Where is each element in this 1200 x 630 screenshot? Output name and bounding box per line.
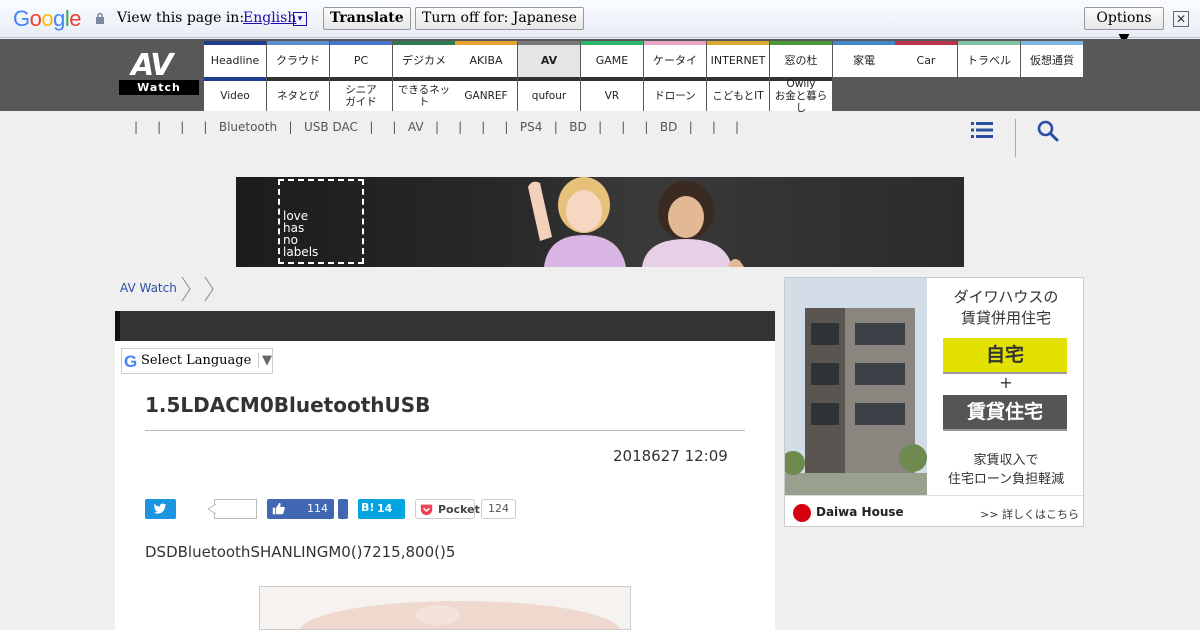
banner-text: love has no labels [283, 209, 319, 259]
select-language-widget[interactable]: G Select Language ▼ [121, 348, 273, 374]
ad-rent-label: 賃貸住宅 [943, 395, 1067, 429]
pocket-icon [420, 504, 433, 516]
facebook-like-button[interactable]: 114 [267, 499, 334, 519]
google-g-icon: G [124, 352, 138, 371]
ad-home-label: 自宅 [943, 338, 1067, 372]
sub-nav[interactable]: | | | | Bluetooth | USB DAC | | AV | | |… [134, 120, 739, 134]
nav-tab[interactable]: ドローン [644, 77, 706, 111]
daiwa-house-ad[interactable]: ダイワハウスの 賃貸併用住宅 自宅 + 賃貸住宅 家賃収入で 住宅ローン負担軽減… [784, 277, 1084, 527]
nav-tab[interactable]: AKIBA [455, 41, 517, 77]
hatena-icon: B! [361, 501, 375, 514]
pocket-button[interactable]: Pocket [415, 499, 480, 519]
language-select[interactable]: English [243, 10, 296, 26]
breadcrumb-chevron-icon [181, 276, 191, 302]
av-watch-logo[interactable]: AV Watch [119, 48, 199, 96]
nav-tab[interactable]: Headline [204, 41, 266, 77]
nav-tab[interactable]: INTERNET [707, 41, 769, 77]
lock-icon [96, 12, 104, 24]
nav-tab[interactable]: VR [581, 77, 643, 111]
nav-tab[interactable]: Car [895, 41, 957, 77]
breadcrumb-home[interactable]: AV Watch [120, 281, 177, 295]
banner-ad[interactable]: love has no labels [236, 177, 964, 267]
site-nav: Headline クラウド PC デジカメ AKIBA AV GAME ケータイ INTERNE… [204, 41, 1084, 114]
nav-tab[interactable]: デジカメ [393, 41, 455, 77]
article-date: 2018627 12:09 [613, 447, 728, 465]
article-category-bar [115, 311, 775, 341]
photo-hand-image [260, 587, 630, 629]
banner-child-image [528, 177, 626, 267]
bubble-tail-icon [208, 504, 216, 514]
daiwa-house-logo-icon [793, 504, 811, 522]
ad-copy: ダイワハウスの 賃貸併用住宅 自宅 + 賃貸住宅 家賃収入で 住宅ローン負担軽減 [927, 278, 1083, 495]
search-icon[interactable] [1037, 120, 1059, 142]
nav-tab[interactable]: こどもとIT [707, 77, 769, 111]
nav-tab[interactable]: qufour [518, 77, 580, 111]
header-divider [1015, 119, 1016, 157]
ad-subcopy: 家賃収入で 住宅ローン負担軽減 [947, 453, 1065, 487]
nav-tab[interactable]: ケータイ [644, 41, 706, 77]
building-image [785, 278, 927, 495]
turn-off-button[interactable]: Turn off for: Japanese [415, 7, 584, 30]
close-icon[interactable]: ✕ [1173, 11, 1189, 27]
article-lead: DSDBluetoothSHANLINGM0()7215,800()5 [145, 543, 456, 561]
chevron-down-icon: ▼ [258, 353, 272, 368]
thumbs-up-icon [272, 502, 285, 515]
google-logo: Google [13, 6, 82, 31]
article-title: 1.5LDACM0BluetoothUSB [145, 393, 431, 417]
translate-button[interactable]: Translate [323, 7, 411, 30]
nav-tab[interactable]: トラベル [958, 41, 1020, 77]
hatena-bookmark-button[interactable]: B! 14 [358, 499, 405, 519]
nav-tab[interactable]: GANREF [455, 77, 517, 111]
banner-child-image [642, 181, 744, 267]
ad-headline: ダイワハウスの 賃貸併用住宅 [953, 288, 1059, 327]
nav-tab[interactable]: Owlly お金と暮らし [770, 77, 832, 114]
article-photo[interactable] [259, 586, 631, 630]
nav-tab[interactable]: できるネット [393, 77, 455, 111]
nav-tab[interactable]: Video [204, 77, 266, 111]
nav-tab[interactable]: クラウド [267, 41, 329, 77]
facebook-share-button[interactable] [338, 499, 348, 519]
language-dropdown-arrow-icon[interactable]: ▾ [293, 12, 307, 26]
ad-more-link[interactable]: >> 詳しくはこちら [980, 506, 1079, 522]
ad-plus: + [999, 373, 1013, 392]
breadcrumb-chevron-icon [204, 276, 214, 302]
twitter-count [208, 499, 257, 519]
nav-tab[interactable]: AV [518, 41, 580, 77]
translate-label: View this page in: [117, 10, 245, 26]
nav-tab[interactable]: 仮想通貨 [1021, 41, 1083, 77]
nav-tab[interactable]: PC [330, 41, 392, 77]
pocket-count: 124 [481, 499, 516, 519]
title-divider [145, 430, 745, 431]
menu-icon[interactable] [971, 121, 993, 139]
nav-tab[interactable]: ネタとぴ [267, 77, 329, 111]
twitter-share-button[interactable] [145, 499, 176, 519]
twitter-icon [153, 503, 167, 514]
nav-tab[interactable]: 家電 [833, 41, 895, 77]
options-button[interactable]: Options ▼ [1084, 7, 1164, 47]
ad-brand: Daiwa House [816, 505, 904, 519]
nav-tab[interactable]: 窓の杜 [770, 41, 832, 77]
nav-tab[interactable]: GAME [581, 41, 643, 77]
google-translate-bar: Google View this page in: English ▾ Tran… [0, 0, 1200, 47]
nav-filler [833, 77, 1084, 111]
ad-footer: Daiwa House >> 詳しくはこちら [785, 495, 1083, 526]
nav-tab[interactable]: シニア ガイド [330, 77, 392, 111]
